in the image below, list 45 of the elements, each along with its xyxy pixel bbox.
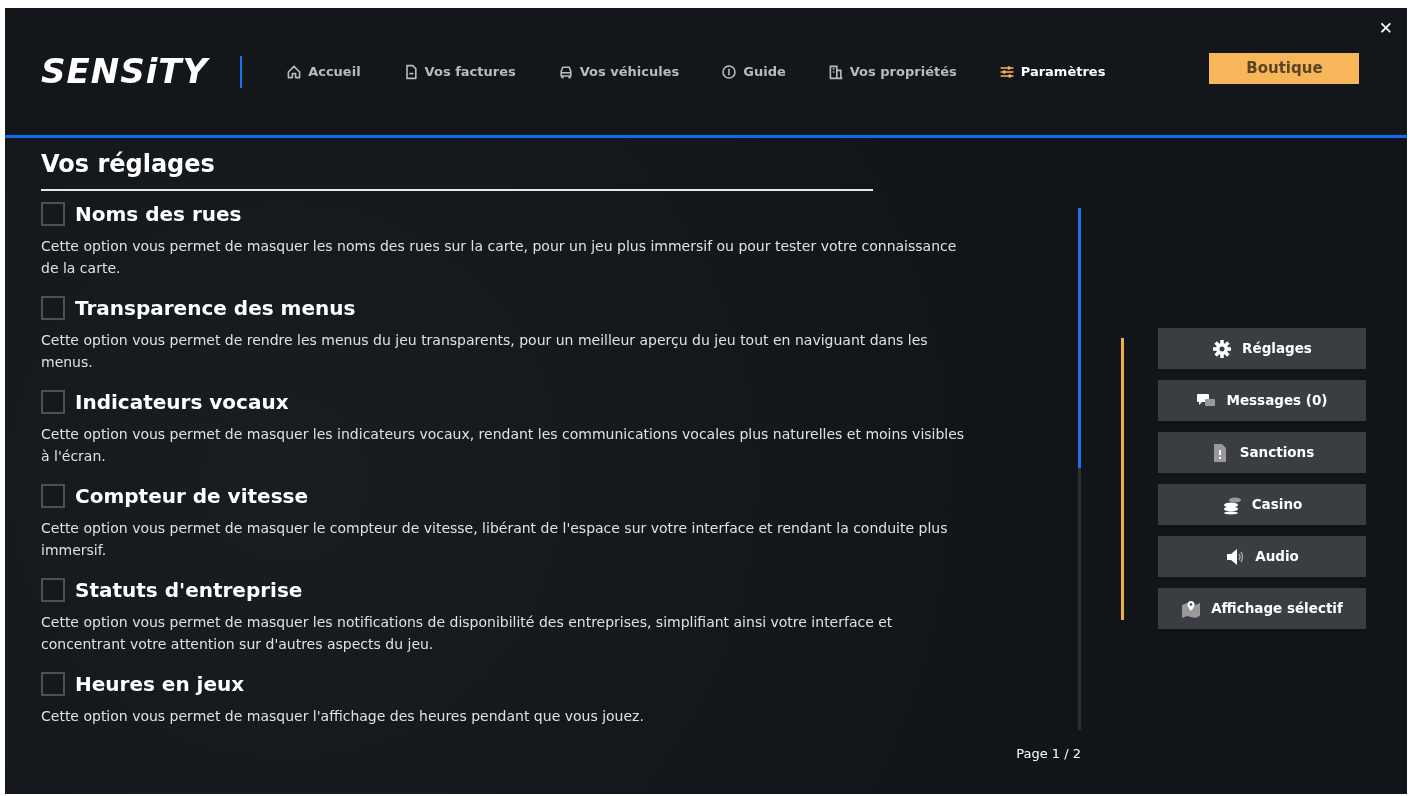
section-title: Vos réglages — [41, 150, 216, 179]
checkbox[interactable] — [41, 577, 65, 602]
logo: SENSiTY — [41, 50, 209, 93]
map-pin-icon — [1181, 598, 1202, 619]
home-icon — [286, 63, 303, 80]
info-icon — [721, 63, 738, 80]
shop-button[interactable]: Boutique — [1209, 53, 1360, 84]
option-description: Cette option vous permet de masquer l'affichage des heures pendant que vous jouez. — [41, 706, 645, 726]
nav-link[interactable]: Guide — [721, 61, 786, 82]
menu-button[interactable]: Messages (0) — [1158, 380, 1366, 421]
nav-link[interactable]: Vos propriétés — [827, 61, 957, 82]
checkbox[interactable] — [41, 671, 65, 696]
menu-button[interactable]: Casino — [1158, 484, 1366, 525]
nav-link[interactable]: Vos factures — [402, 61, 516, 82]
nav-link[interactable]: Vos véhicules — [557, 61, 680, 82]
scrollbar-thumb[interactable] — [1078, 208, 1081, 468]
option-title: Statuts d'entreprise — [75, 576, 303, 604]
building-icon — [827, 63, 844, 80]
menu-button[interactable]: Affichage sélectif — [1158, 588, 1366, 629]
checkbox[interactable] — [41, 201, 65, 226]
gear-icon — [1212, 338, 1233, 359]
checkbox[interactable] — [41, 483, 65, 508]
option-title: Noms des rues — [75, 200, 242, 228]
menu-button[interactable]: Réglages — [1158, 328, 1366, 369]
checkbox[interactable] — [41, 389, 65, 414]
menu-button[interactable]: Audio — [1158, 536, 1366, 577]
option-description: Cette option vous permet de masquer les indicateurs vocaux, rendant les communications vocales plus naturelles et moins visibles à l'écran. — [41, 424, 966, 466]
page-indicator: Page 1 / 2 — [1016, 745, 1081, 763]
nav-link[interactable]: Accueil — [286, 61, 361, 82]
checkbox[interactable] — [41, 295, 65, 320]
scrollbar[interactable] — [1078, 208, 1081, 730]
option-description: Cette option vous permet de masquer le compteur de vitesse, libérant de l'espace sur votre interface et rendant la conduite plus immersif. — [41, 518, 949, 560]
option-description: Cette option vous permet de rendre les menus du jeu transparents, pour un meilleur aperçu du jeu tout en naviguant dans les menus. — [41, 330, 929, 372]
nav-link[interactable]: Paramètres — [998, 61, 1106, 82]
option-title: Transparence des menus — [75, 294, 356, 322]
sliders-icon — [998, 63, 1015, 80]
option-title: Heures en jeux — [75, 670, 245, 698]
close-button[interactable]: ✕ — [1378, 16, 1393, 42]
menu-button[interactable]: Sanctions — [1158, 432, 1366, 473]
option-description: Cette option vous permet de masquer les notifications de disponibilité des entreprises, simplifiant ainsi votre interface et concentrant votre attention sur d'autres aspects du jeu. — [41, 612, 894, 654]
option-title: Compteur de vitesse — [75, 482, 308, 510]
option-description: Cette option vous permet de masquer les noms des rues sur la carte, pour un jeu plus immersif ou pour tester votre connaissance de la carte. — [41, 236, 958, 278]
option-title: Indicateurs vocaux — [75, 388, 289, 416]
car-icon — [557, 63, 574, 80]
speaker-icon — [1225, 546, 1246, 567]
